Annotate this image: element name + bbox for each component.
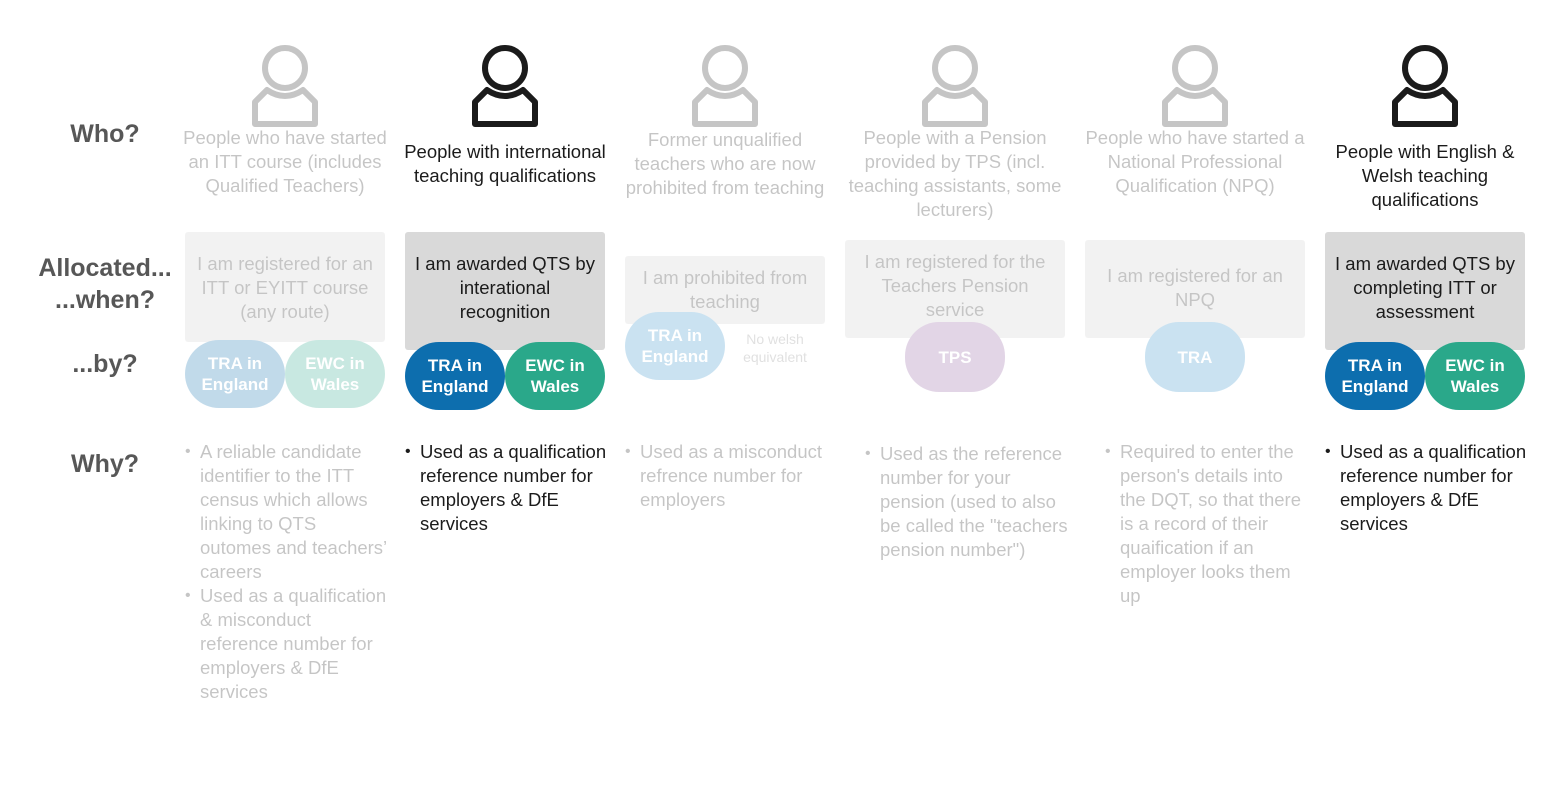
person-icon xyxy=(472,45,538,127)
when-box: I am registered for an ITT or EYITT cour… xyxy=(185,232,385,342)
ewc-wales-pill: EWC in Wales xyxy=(1425,342,1525,410)
who-text: People with a Pension provided by TPS (i… xyxy=(848,127,1062,220)
tra-england-pill: TRA in England xyxy=(405,342,505,410)
column-npq: People who have started a National Profe… xyxy=(1085,0,1305,800)
person-icon xyxy=(692,45,758,127)
tra-england-pill: TRA in England xyxy=(1325,342,1425,410)
person-icon xyxy=(252,45,318,127)
why-list: Required to enter the person's details i… xyxy=(1105,440,1310,608)
tra-pill: TRA xyxy=(1145,322,1245,392)
tra-england-pill: TRA in England xyxy=(185,340,285,408)
ewc-wales-pill: EWC in Wales xyxy=(285,340,385,408)
who-text: People who have started a National Profe… xyxy=(1085,127,1305,196)
tra-england-pill: TRA in England xyxy=(625,312,725,380)
column-itt: People who have started an ITT course (i… xyxy=(175,0,395,800)
no-welsh-note: No welsh equivalent xyxy=(743,331,807,365)
column-english-welsh: People with English & Welsh teaching qua… xyxy=(1315,0,1535,800)
when-box: I am awarded QTS by interational recogni… xyxy=(405,232,605,350)
why-item: A reliable candidate identifier to the I… xyxy=(185,440,390,584)
column-prohibited: Former unqualified teachers who are now … xyxy=(615,0,835,800)
who-text: People with English & Welsh teaching qua… xyxy=(1335,141,1515,210)
tps-pill: TPS xyxy=(905,322,1005,392)
why-list: Used as a misconduct refrence number for… xyxy=(625,440,830,512)
why-item: Required to enter the person's details i… xyxy=(1105,440,1310,608)
why-item: Used as a qualification & misconduct ref… xyxy=(185,584,390,704)
ewc-wales-pill: EWC in Wales xyxy=(505,342,605,410)
when-box: I am awarded QTS by completing ITT or as… xyxy=(1325,232,1525,350)
who-text: People who have started an ITT course (i… xyxy=(183,127,387,196)
who-text: Former unqualified teachers who are now … xyxy=(625,129,825,198)
why-item: Used as a qualification reference number… xyxy=(405,440,610,536)
column-international: People with international teaching quali… xyxy=(395,0,615,800)
why-item: Used as the reference number for your pe… xyxy=(865,442,1070,562)
why-list: Used as a qualification reference number… xyxy=(1325,440,1530,536)
why-list: Used as a qualification reference number… xyxy=(405,440,610,536)
column-pension: People with a Pension provided by TPS (i… xyxy=(845,0,1068,800)
why-list: Used as the reference number for your pe… xyxy=(865,442,1070,562)
who-text: People with international teaching quali… xyxy=(404,141,606,186)
why-item: Used as a qualification reference number… xyxy=(1325,440,1530,536)
person-icon xyxy=(922,45,988,127)
person-icon xyxy=(1392,45,1458,127)
why-item: Used as a misconduct refrence number for… xyxy=(625,440,830,512)
person-icon xyxy=(1162,45,1228,127)
why-list: A reliable candidate identifier to the I… xyxy=(185,440,390,704)
